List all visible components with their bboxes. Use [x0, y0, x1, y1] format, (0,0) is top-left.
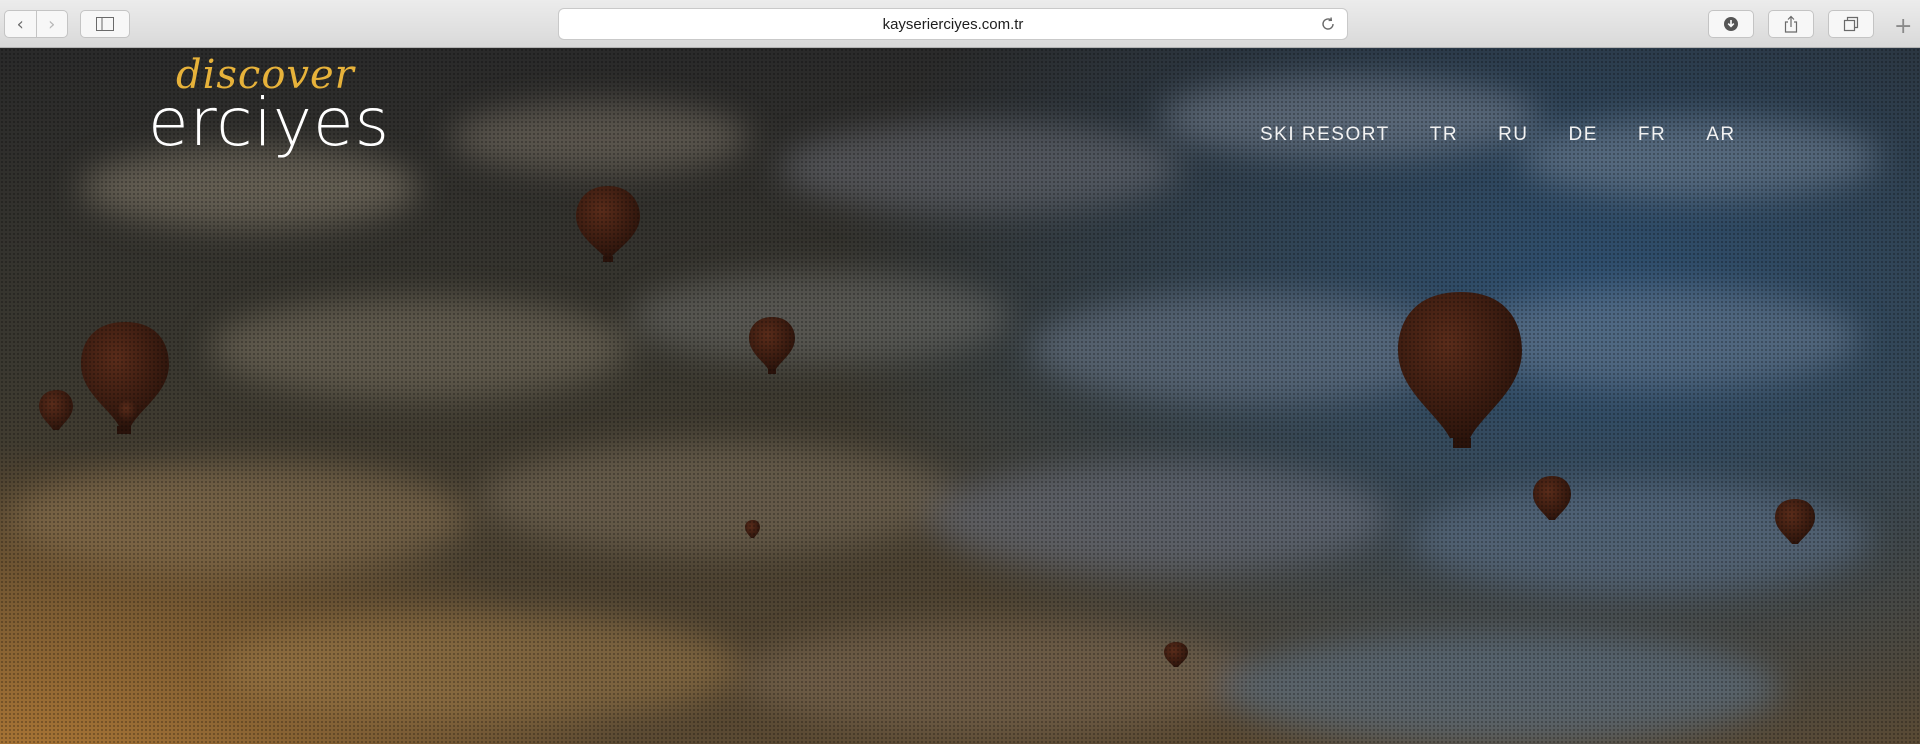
show-tabs-button[interactable]	[1828, 10, 1874, 38]
sidebar-button[interactable]	[80, 10, 130, 38]
nav-item-tr[interactable]: TR	[1410, 124, 1478, 146]
site-nav: SKI RESORT TR RU DE FR AR	[1260, 124, 1756, 146]
reload-icon[interactable]	[1319, 15, 1337, 33]
downloads-button[interactable]	[1708, 10, 1754, 38]
download-icon	[1724, 17, 1738, 31]
url-text: kayserierciyes.com.tr	[882, 15, 1024, 33]
chevron-left-icon: ‹	[16, 13, 24, 35]
logo-main-text: erciyes	[148, 84, 390, 161]
browser-toolbar: ‹ › kayserierciyes.com.tr +	[0, 0, 1920, 48]
chevron-right-icon: ›	[48, 13, 56, 35]
share-button[interactable]	[1768, 10, 1814, 38]
nav-item-de[interactable]: DE	[1549, 124, 1618, 146]
forward-button[interactable]: ›	[35, 11, 68, 37]
tabs-icon	[1843, 16, 1859, 32]
nav-item-ru[interactable]: RU	[1478, 124, 1548, 146]
history-nav: ‹ ›	[4, 10, 68, 38]
nav-item-fr[interactable]: FR	[1618, 124, 1686, 146]
share-icon	[1784, 15, 1798, 33]
plus-icon[interactable]: +	[1894, 16, 1912, 38]
nav-item-ar[interactable]: AR	[1686, 124, 1755, 146]
site-logo[interactable]: discover erciyes	[148, 52, 408, 166]
sidebar-icon	[96, 17, 114, 31]
address-bar[interactable]: kayserierciyes.com.tr	[558, 8, 1348, 40]
back-button[interactable]: ‹	[5, 11, 36, 37]
nav-item-ski-resort[interactable]: SKI RESORT	[1260, 124, 1410, 146]
